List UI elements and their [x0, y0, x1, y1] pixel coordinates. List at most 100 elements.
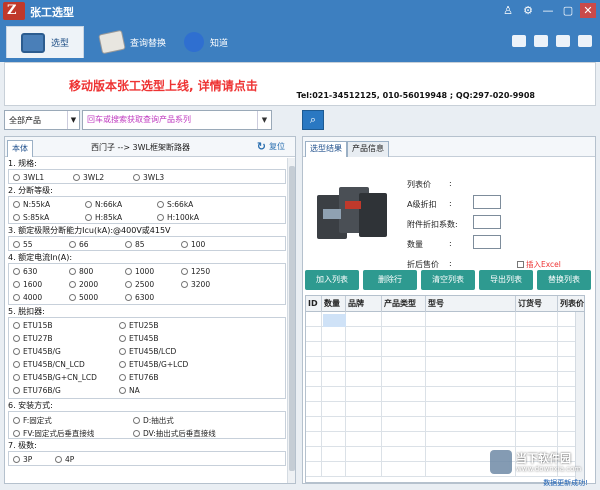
radio-option[interactable]: 6300 [125, 293, 154, 302]
radio-option[interactable]: ETU76B/G [13, 386, 61, 395]
scrollbar-thumb[interactable] [289, 166, 295, 471]
table-cell[interactable] [382, 327, 426, 342]
table-cell[interactable] [516, 432, 558, 447]
table-cell[interactable] [426, 432, 516, 447]
table-cell[interactable] [382, 372, 426, 387]
table-cell[interactable] [346, 342, 382, 357]
table-cell[interactable] [516, 357, 558, 372]
table-cell[interactable] [322, 417, 346, 432]
table-cell[interactable] [322, 462, 346, 477]
clear-list-button[interactable]: 清空列表 [421, 270, 475, 290]
table-cell[interactable] [516, 372, 558, 387]
column-header[interactable]: 产品类型 [382, 296, 426, 312]
table-row[interactable] [306, 327, 584, 342]
radio-option[interactable]: NA [119, 386, 140, 395]
tab-select[interactable]: 选型 [6, 26, 85, 58]
radio-option[interactable]: S:66kA [157, 200, 193, 209]
radio-option[interactable]: 5000 [69, 293, 98, 302]
tab-product-info[interactable]: 产品信息 [347, 141, 389, 157]
radio-option[interactable]: ETU15B [13, 321, 53, 330]
table-row[interactable] [306, 342, 584, 357]
radio-option[interactable]: 1600 [13, 280, 42, 289]
radio-option[interactable]: ETU45B [119, 334, 159, 343]
table-cell[interactable] [346, 432, 382, 447]
table-row[interactable] [306, 402, 584, 417]
table-cell[interactable] [516, 342, 558, 357]
table-cell[interactable] [516, 312, 558, 327]
table-cell[interactable] [306, 417, 322, 432]
search-button[interactable]: ⌕ [302, 110, 324, 130]
radio-option[interactable]: ETU76B [119, 373, 159, 382]
radio-option[interactable]: 2500 [125, 280, 154, 289]
table-cell[interactable] [426, 372, 516, 387]
radio-option[interactable]: 3WL2 [73, 173, 104, 182]
table-cell[interactable] [382, 312, 426, 327]
table-row[interactable] [306, 312, 584, 327]
table-cell[interactable] [322, 447, 346, 462]
table-cell[interactable] [306, 432, 322, 447]
table-cell[interactable] [426, 402, 516, 417]
table-cell[interactable] [346, 387, 382, 402]
replace-list-button[interactable]: 替换列表 [537, 270, 591, 290]
table-cell[interactable] [516, 387, 558, 402]
link-icon[interactable] [578, 35, 592, 47]
table-cell[interactable] [382, 342, 426, 357]
table-cell[interactable] [382, 357, 426, 372]
radio-option[interactable]: 55 [13, 240, 33, 249]
radio-option[interactable]: ETU25B [119, 321, 159, 330]
settings-gear-icon[interactable]: ⚙ [520, 3, 536, 18]
radio-option[interactable]: 100 [181, 240, 205, 249]
radio-option[interactable]: 85 [125, 240, 145, 249]
table-row[interactable] [306, 372, 584, 387]
product-select[interactable]: 全部产品 ▼ [4, 110, 80, 130]
table-cell[interactable] [346, 372, 382, 387]
radio-option[interactable]: FV:固定式后垂直接线 [13, 428, 94, 439]
radio-option[interactable]: 66 [69, 240, 89, 249]
table-cell[interactable] [382, 402, 426, 417]
table-cell[interactable] [346, 327, 382, 342]
column-header[interactable]: ID [306, 296, 322, 312]
table-cell[interactable] [322, 357, 346, 372]
radio-option[interactable]: 4000 [13, 293, 42, 302]
table-cell[interactable] [306, 447, 322, 462]
radio-option[interactable]: 1250 [181, 267, 210, 276]
column-header[interactable]: 数量 [322, 296, 346, 312]
table-cell[interactable] [426, 357, 516, 372]
table-cell[interactable] [426, 327, 516, 342]
search-input[interactable]: 回车或搜索获取查询产品系列 ▼ [82, 110, 272, 130]
table-cell[interactable] [516, 417, 558, 432]
promo-banner[interactable]: 移动版本张工选型上线, 详情请点击 Tel:021-34512125, 010-… [4, 62, 596, 106]
table-row[interactable] [306, 417, 584, 432]
radio-option[interactable]: S:85kA [13, 213, 49, 222]
table-cell[interactable] [346, 312, 382, 327]
table-cell[interactable] [322, 432, 346, 447]
radio-option[interactable]: N:66kA [85, 200, 122, 209]
radio-option[interactable]: H:85kA [85, 213, 122, 222]
radio-option[interactable]: 3200 [181, 280, 210, 289]
delete-row-button[interactable]: 删除行 [363, 270, 417, 290]
table-cell[interactable] [516, 327, 558, 342]
table-cell[interactable] [306, 342, 322, 357]
radio-option[interactable]: ETU45B/CN_LCD [13, 360, 85, 369]
user-icon[interactable]: ♙ [500, 3, 516, 18]
table-row[interactable] [306, 387, 584, 402]
radio-option[interactable]: ETU45B/G [13, 347, 61, 356]
quantity-input[interactable] [473, 235, 501, 249]
table-cell[interactable] [306, 372, 322, 387]
mail-icon[interactable] [512, 35, 526, 47]
table-cell[interactable] [426, 342, 516, 357]
table-cell[interactable] [426, 387, 516, 402]
restore-button[interactable]: ▢ [560, 3, 576, 18]
table-cell[interactable] [426, 312, 516, 327]
column-header[interactable]: 型号 [426, 296, 516, 312]
table-cell[interactable] [306, 312, 322, 327]
table-cell[interactable] [322, 342, 346, 357]
radio-option[interactable]: 3WL3 [133, 173, 164, 182]
table-row[interactable] [306, 432, 584, 447]
radio-option[interactable]: ETU45B/G+CN_LCD [13, 373, 97, 382]
table-cell[interactable] [346, 462, 382, 477]
export-list-button[interactable]: 导出列表 [479, 270, 533, 290]
filter-scrollbar[interactable] [287, 158, 295, 483]
chevron-down-icon[interactable]: ▼ [257, 111, 271, 129]
table-cell[interactable] [382, 417, 426, 432]
